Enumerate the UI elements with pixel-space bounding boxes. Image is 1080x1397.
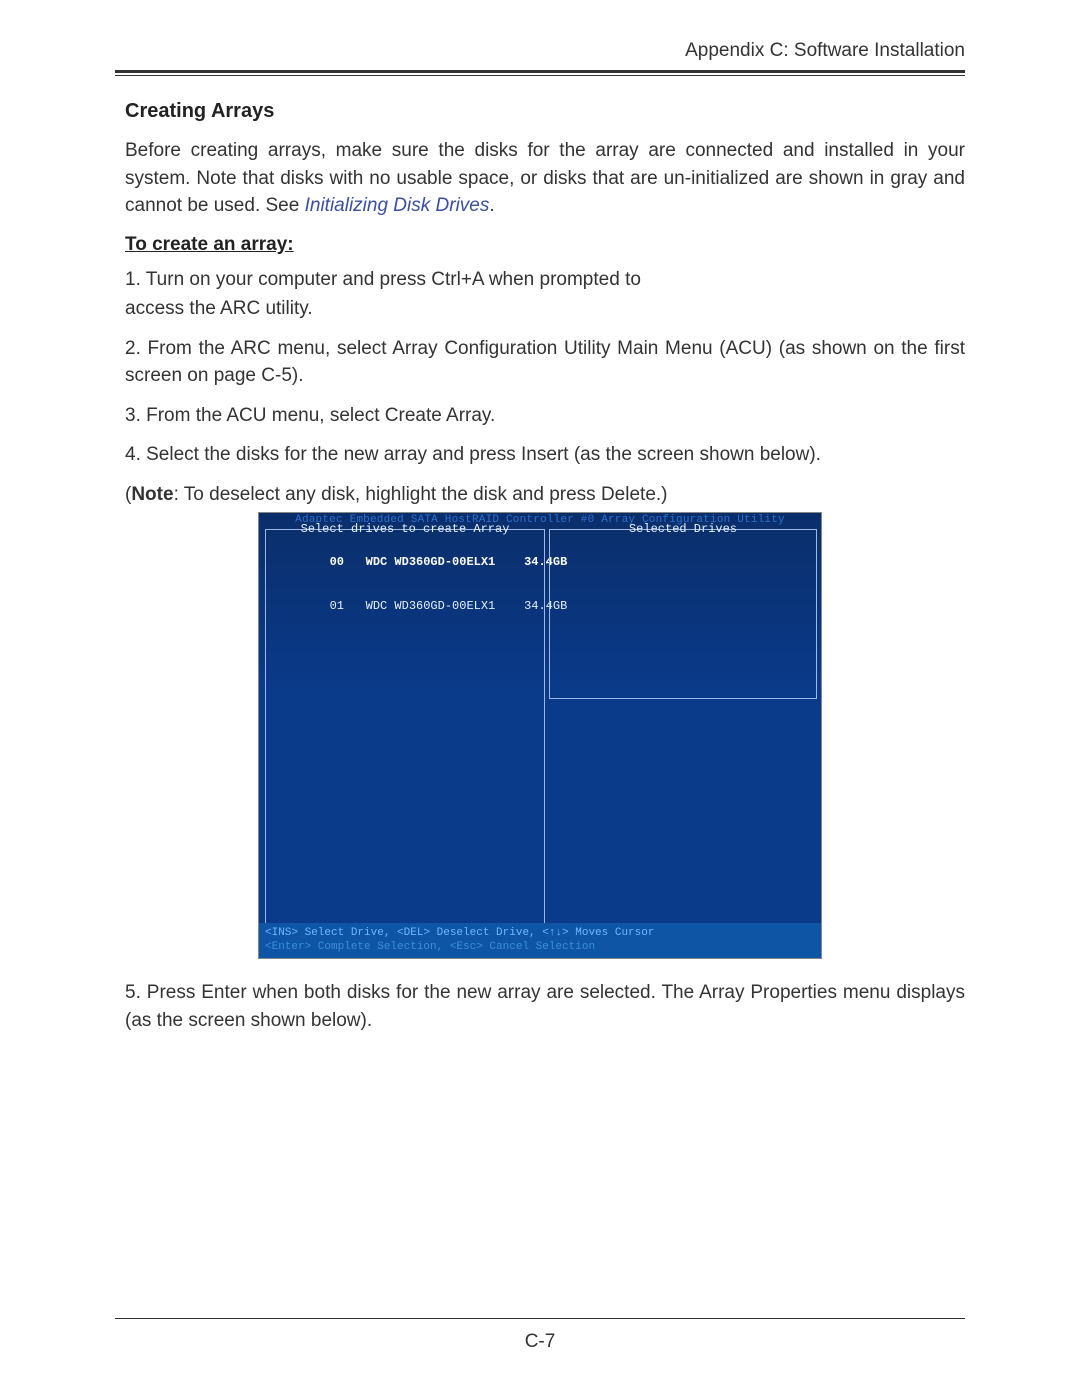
bios-footer-line2: <Enter> Complete Selection, <Esc> Cancel… xyxy=(265,940,815,954)
subheading-to-create: To create an array: xyxy=(125,234,965,256)
link-initializing-disk-drives[interactable]: Initializing Disk Drives xyxy=(305,195,490,216)
footer-rule xyxy=(115,1318,965,1319)
page-number: C-7 xyxy=(0,1331,1080,1353)
step-1-line2: access the ARC utility. xyxy=(125,295,965,323)
drive-row-1[interactable]: 01 WDC WD360GD-00ELX1 34.4GB xyxy=(266,584,544,628)
intro-text-2: . xyxy=(489,195,494,216)
step-4: 4. Select the disks for the new array an… xyxy=(125,441,965,469)
intro-text-1: Before creating arrays, make sure the di… xyxy=(125,140,965,216)
drive-id: 00 xyxy=(330,555,344,569)
note-line: (Note: To deselect any disk, highlight t… xyxy=(125,481,965,509)
bios-left-panel: Select drives to create Array 00 WDC WD3… xyxy=(265,529,545,929)
page-header: Appendix C: Software Installation xyxy=(115,40,965,70)
bios-screenshot: Adaptec Embedded SATA HostRAID Controlle… xyxy=(258,512,822,959)
bios-footer-line1: <INS> Select Drive, <DEL> Deselect Drive… xyxy=(265,926,815,940)
step-5: 5. Press Enter when both disks for the n… xyxy=(125,979,965,1034)
note-tail: : To deselect any disk, highlight the di… xyxy=(174,484,668,505)
intro-paragraph: Before creating arrays, make sure the di… xyxy=(125,137,965,220)
bios-right-title: Selected Drives xyxy=(550,522,816,536)
step-2: 2. From the ARC menu, select Array Confi… xyxy=(125,335,965,390)
drive-row-0[interactable]: 00 WDC WD360GD-00ELX1 34.4GB xyxy=(266,540,544,584)
header-rule xyxy=(115,70,965,76)
section-title: Creating Arrays xyxy=(125,100,965,123)
note-label: Note xyxy=(131,484,173,505)
drive-model: WDC WD360GD-00ELX1 xyxy=(366,599,496,613)
document-page: Appendix C: Software Installation Creati… xyxy=(0,0,1080,1397)
step-1-line1: 1. Turn on your computer and press Ctrl+… xyxy=(125,266,965,294)
bios-footer: <INS> Select Drive, <DEL> Deselect Drive… xyxy=(259,923,821,959)
bios-right-panel: Selected Drives xyxy=(549,529,817,699)
step-3: 3. From the ACU menu, select Create Arra… xyxy=(125,402,965,430)
drive-id: 01 xyxy=(330,599,344,613)
bios-left-title: Select drives to create Array xyxy=(266,522,544,536)
drive-model: WDC WD360GD-00ELX1 xyxy=(366,555,496,569)
